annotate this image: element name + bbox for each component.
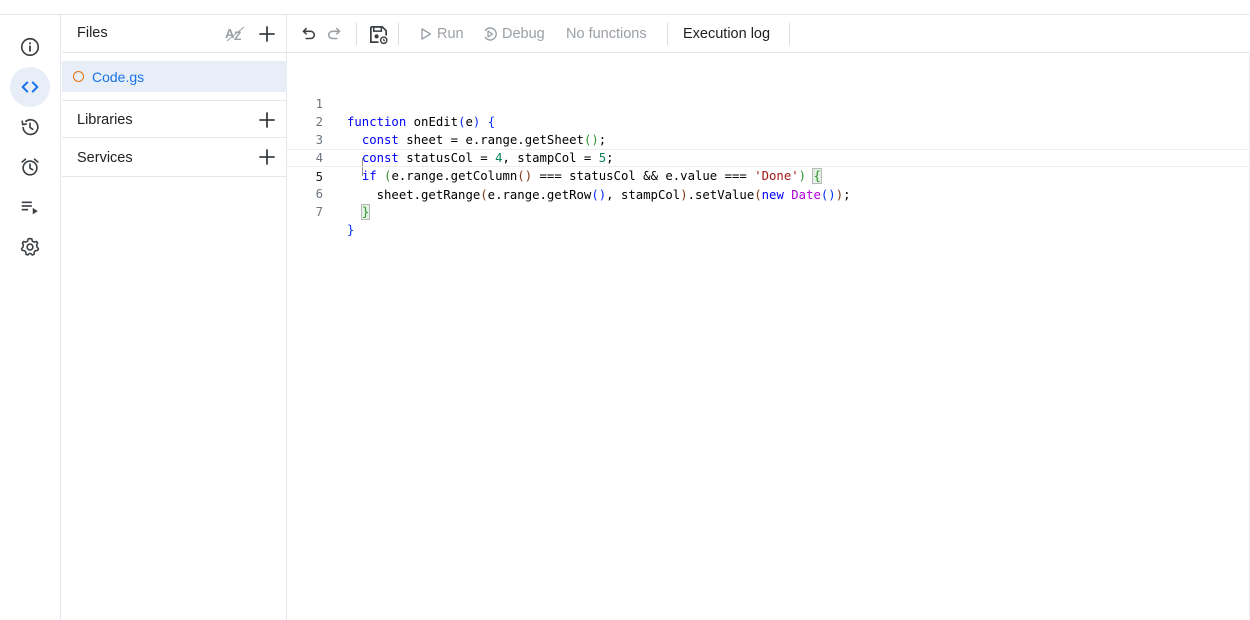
debug-label: Debug xyxy=(502,26,545,42)
add-file-button[interactable] xyxy=(255,22,279,46)
code-icon xyxy=(21,81,39,93)
code-editor[interactable]: 1 function onEdit(e) { 2 const sheet = e… xyxy=(287,54,1250,620)
toolbar-divider xyxy=(356,23,357,45)
gear-icon xyxy=(20,237,40,256)
top-edge xyxy=(0,0,1250,15)
code-line[interactable]: 2 const sheet = e.range.getSheet(); xyxy=(287,95,1250,147)
libraries-label: Libraries xyxy=(77,112,133,128)
playlist-play-icon xyxy=(21,201,38,215)
line-text: } xyxy=(347,223,355,237)
save-button[interactable] xyxy=(367,23,389,45)
run-label: Run xyxy=(437,26,464,42)
rail-history-button[interactable] xyxy=(10,107,50,147)
undo-icon xyxy=(302,27,316,40)
code-line[interactable]: 3 const statusCol = 4, stampCol = 5; xyxy=(287,113,1250,165)
function-select[interactable]: No functions xyxy=(566,24,647,44)
execution-log-label: Execution log xyxy=(683,26,771,42)
toolbar-divider xyxy=(398,23,399,45)
run-button[interactable]: Run xyxy=(419,24,464,44)
toolbar-divider xyxy=(667,23,668,45)
debug-button[interactable]: Debug xyxy=(482,24,545,44)
code-line[interactable]: 4 if (e.range.getColumn() === statusCol … xyxy=(287,131,1250,184)
left-rail xyxy=(0,15,61,620)
execution-log-button[interactable]: Execution log xyxy=(683,24,770,44)
services-label: Services xyxy=(77,150,133,166)
file-name: Code.gs xyxy=(92,68,145,85)
add-service-button[interactable] xyxy=(255,145,279,169)
rail-triggers-button[interactable] xyxy=(10,147,50,187)
line-number: 7 xyxy=(315,205,323,219)
plus-icon xyxy=(259,112,275,128)
plus-icon xyxy=(259,149,275,165)
files-panel: Files AZ Code.gs Libraries Services xyxy=(62,15,287,620)
rail-editor-button[interactable] xyxy=(10,67,50,107)
code-line[interactable]: 7 } xyxy=(287,185,1250,237)
history-icon xyxy=(21,119,39,136)
save-icon xyxy=(369,25,388,44)
rail-executions-button[interactable] xyxy=(10,187,50,227)
file-item-code-gs[interactable]: Code.gs xyxy=(62,61,287,92)
alarm-clock-icon xyxy=(21,158,39,176)
function-select-label: No functions xyxy=(566,26,647,42)
code-line[interactable]: 6 } xyxy=(287,167,1250,220)
line-text: } xyxy=(360,204,371,220)
undo-button[interactable] xyxy=(297,23,319,45)
svg-text:Z: Z xyxy=(234,29,241,43)
add-library-button[interactable] xyxy=(255,108,279,132)
info-icon xyxy=(20,37,40,57)
unsaved-indicator-icon xyxy=(73,71,84,82)
redo-button[interactable] xyxy=(324,23,346,45)
rail-settings-button[interactable] xyxy=(10,227,50,267)
rail-overview-button[interactable] xyxy=(10,27,50,67)
plus-icon xyxy=(259,26,275,42)
debug-icon xyxy=(484,27,497,41)
toolbar-divider xyxy=(789,23,790,45)
editor-toolbar: Run Debug No functions Execution log xyxy=(287,15,1250,53)
redo-icon xyxy=(327,27,341,40)
code-line[interactable]: 1 function onEdit(e) { xyxy=(287,77,1250,129)
libraries-section: Libraries xyxy=(62,100,287,138)
services-section: Services xyxy=(62,139,287,177)
files-header: Files AZ xyxy=(62,15,287,53)
play-icon xyxy=(421,28,432,40)
sort-az-icon[interactable]: AZ xyxy=(224,24,246,44)
files-title: Files xyxy=(77,25,108,41)
code-line-current[interactable]: 5 sheet.getRange(e.range.getRow(), stamp… xyxy=(287,149,1250,202)
